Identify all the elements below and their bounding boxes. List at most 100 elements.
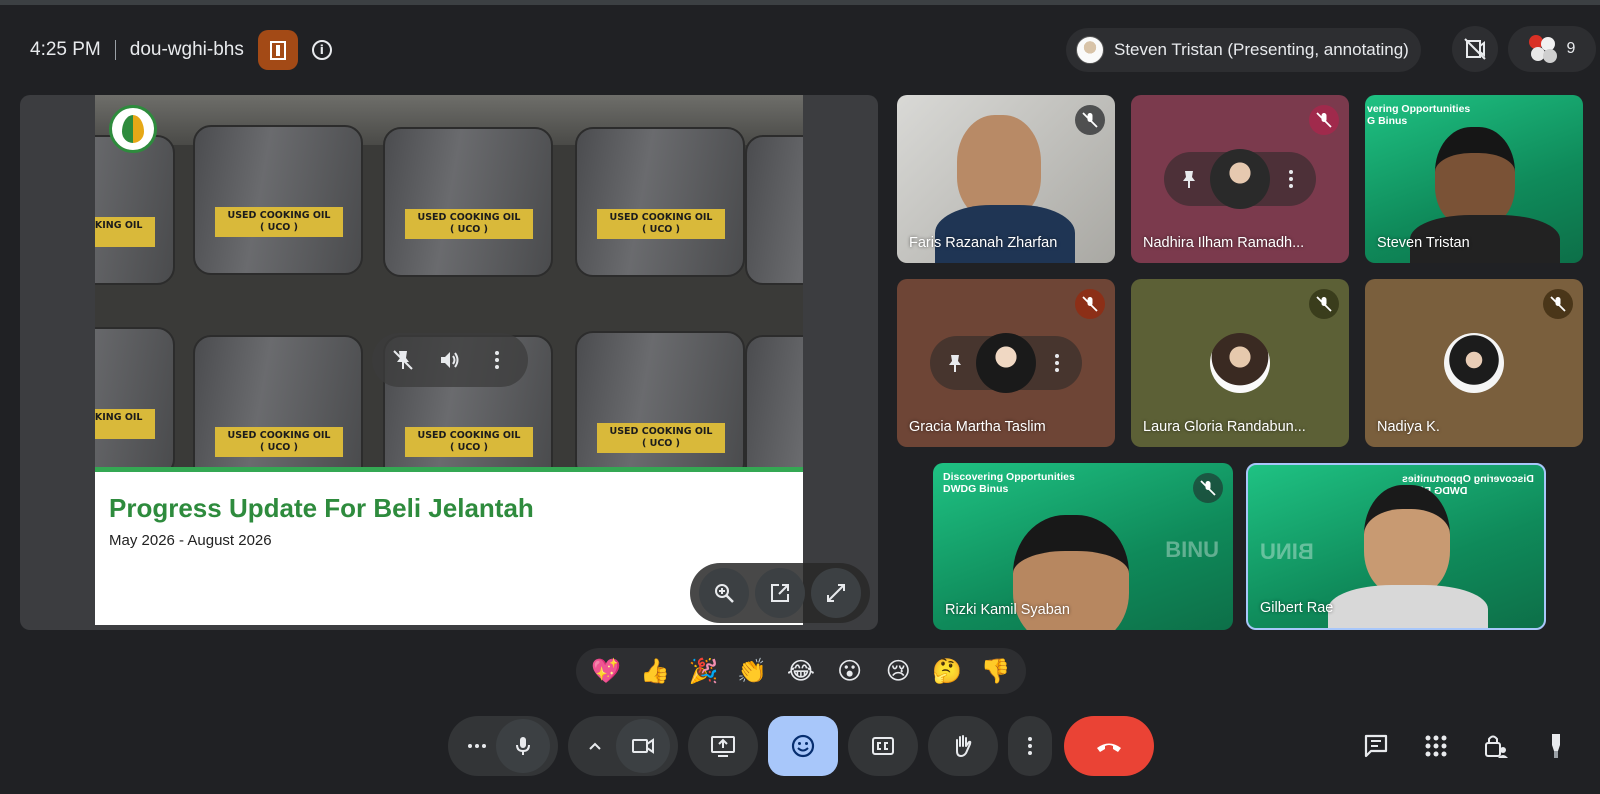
mic-off-icon [1075,289,1105,319]
header-divider [114,40,116,60]
participant-tile[interactable]: Gracia Martha Taslim [897,279,1115,447]
participant-name: Nadhira Ilham Ramadh... [1143,235,1305,251]
avatar [1210,149,1270,209]
avatar [1444,333,1504,393]
unpin-icon[interactable] [391,348,415,372]
mic-off-icon [1543,289,1573,319]
marker-icon [1552,734,1560,758]
fullscreen-button[interactable] [811,568,861,618]
reaction-sad[interactable]: 😢 [878,651,918,691]
mic-off-icon [1309,105,1339,135]
avatar [1210,333,1270,393]
reaction-surprised[interactable]: 😮 [830,651,870,691]
participant-name: Laura Gloria Randabun... [1143,419,1306,435]
reaction-party[interactable]: 🎉 [684,651,724,691]
open-in-new-icon [771,584,789,602]
annotation-pen-button[interactable] [1536,724,1576,768]
reaction-laugh[interactable]: 😂 [781,651,821,691]
closed-caption-icon [872,737,894,755]
more-horiz-icon[interactable] [466,735,488,757]
chat-button[interactable] [1356,724,1396,768]
participant-tile[interactable]: Discovering Opportunities DWDG Binus BIN… [1246,463,1546,630]
reaction-thumbs-up[interactable]: 👍 [635,651,675,691]
people-avatars [1528,35,1559,63]
beli-jelantah-logo [109,105,157,153]
emoji-button[interactable] [768,716,838,776]
tile-hover-controls [930,333,1082,393]
participant-tile[interactable]: Nadiya K. [1365,279,1583,447]
more-options-button[interactable] [1008,716,1052,776]
participant-count: 9 [1566,40,1576,57]
host-controls-button[interactable] [1476,724,1516,768]
slide-photo: USED COOKING OIL USED COOKING OIL( UCO )… [95,95,803,467]
participant-tile[interactable]: Nadhira Ilham Ramadh... [1131,95,1349,263]
info-icon[interactable]: i [311,40,332,60]
mic-icon [516,737,530,755]
participant-video [1435,127,1515,227]
background-text: BINU [1165,537,1219,562]
people-button[interactable]: 9 [1508,26,1596,72]
participant-tile[interactable]: Faris Razanah Zharfan [897,95,1115,263]
mic-control-group [448,716,558,776]
apps-grid-icon [1425,735,1447,757]
leave-call-button[interactable] [1064,716,1154,776]
present-screen-icon [711,736,735,757]
presentation-stage[interactable]: USED COOKING OIL USED COOKING OIL( UCO )… [20,95,878,630]
participant-name: Gilbert Rae [1260,600,1334,616]
camera-control-group [568,716,678,776]
zoom-in-button[interactable] [699,568,749,618]
mic-button[interactable] [496,719,550,773]
chevron-up-icon[interactable] [586,737,604,755]
pin-icon[interactable] [1178,168,1200,190]
door-icon [269,41,286,60]
present-button[interactable] [688,716,758,776]
participant-name: Gracia Martha Taslim [909,419,1046,435]
volume-icon[interactable] [438,348,462,372]
presentation-hover-controls [372,333,528,387]
participant-tile[interactable]: Laura Gloria Randabun... [1131,279,1349,447]
participant-video [1364,485,1450,595]
slide-title: Progress Update For Beli Jelantah [109,493,534,523]
presenting-chip[interactable]: Steven Tristan (Presenting, annotating) [1066,28,1421,72]
participant-video [957,115,1041,219]
activities-button[interactable] [1416,724,1456,768]
camera-button[interactable] [616,719,670,773]
slide-divider [95,467,803,472]
pop-out-button[interactable] [755,568,805,618]
mic-off-icon [1075,105,1105,135]
camera-off-indicator[interactable] [1452,26,1498,72]
lock-person-icon [1485,735,1508,758]
raise-hand-icon [956,735,972,758]
top-strip [0,0,1600,5]
presenter-label: Steven Tristan (Presenting, annotating) [1114,40,1409,59]
reaction-thinking[interactable]: 🤔 [927,651,967,691]
participant-tile[interactable]: vering Opportunities G Binus Steven Tris… [1365,95,1583,263]
videocam-icon [632,738,654,754]
reaction-thumbs-down[interactable]: 👎 [976,651,1016,691]
participant-name: Nadiya K. [1377,419,1440,435]
more-vert-icon[interactable] [1280,168,1302,190]
raise-hand-button[interactable] [928,716,998,776]
more-vert-icon[interactable] [1046,352,1068,374]
participant-name: Faris Razanah Zharfan [909,235,1058,251]
slide-subtitle: May 2026 - August 2026 [109,532,272,549]
participant-tile[interactable]: Discovering Opportunities DWDG Binus BIN… [933,463,1233,630]
fullscreen-icon [827,584,845,602]
call-end-icon [1097,743,1121,752]
pin-icon[interactable] [944,352,966,374]
captions-button[interactable] [848,716,918,776]
meeting-header: 4:25 PM dou-wghi-bhs i [30,30,332,70]
zoom-in-icon [715,584,734,603]
room-badge[interactable] [257,30,298,70]
reaction-clap[interactable]: 👏 [732,651,772,691]
mic-off-icon [1193,473,1223,503]
reaction-heart[interactable]: 💖 [586,651,626,691]
avatar [976,333,1036,393]
participant-name: Rizki Kamil Syaban [945,602,1070,618]
participant-name: Steven Tristan [1377,235,1470,251]
tile-hover-controls [1164,149,1316,209]
chat-icon [1364,734,1388,758]
more-vert-icon[interactable] [485,348,509,372]
virtual-background-banner: Discovering Opportunities DWDG Binus [943,471,1075,495]
presentation-zoom-controls [690,563,870,623]
